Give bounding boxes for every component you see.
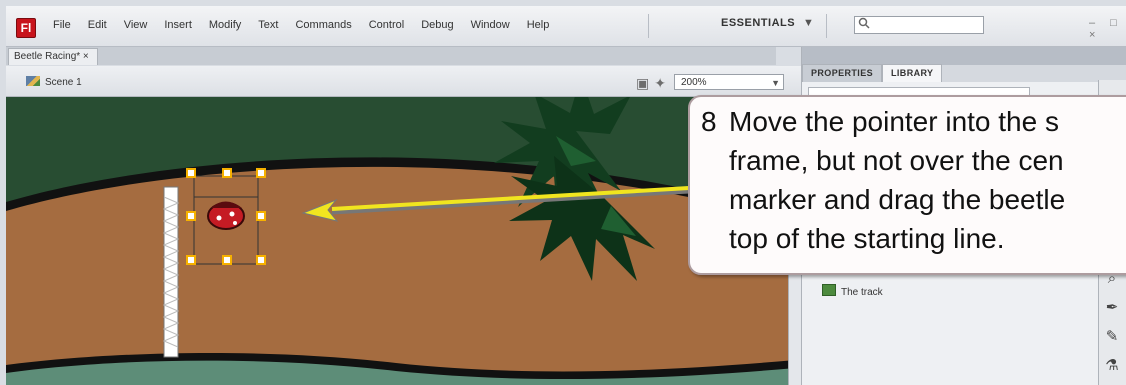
- main-menu: File Edit View Insert Modify Text Comman…: [51, 17, 551, 33]
- menu-separator: [648, 14, 649, 38]
- document-tab[interactable]: Beetle Racing* ×: [8, 48, 98, 65]
- brown-track: [6, 166, 794, 385]
- scene-breadcrumb[interactable]: Scene 1: [26, 76, 82, 88]
- instruction-line-1: 8 Move the pointer into the s: [701, 102, 1126, 141]
- zoom-value: 200%: [681, 77, 707, 88]
- search-icon: [858, 17, 870, 29]
- scene-icon: [26, 76, 40, 86]
- chevron-down-icon[interactable]: ▼: [803, 17, 814, 29]
- window-controls[interactable]: – □ ×: [1089, 17, 1126, 41]
- graphic-symbol-icon: [822, 284, 836, 296]
- symbol-edit-icons[interactable]: ▣✦: [636, 75, 671, 92]
- library-list: The track: [802, 282, 1102, 298]
- pen-tool-icon[interactable]: ✒: [1103, 299, 1121, 317]
- symbol-edit-icon[interactable]: ✦: [654, 75, 671, 91]
- menu-item-edit[interactable]: Edit: [86, 17, 109, 33]
- menu-item-window[interactable]: Window: [469, 17, 512, 33]
- instruction-line-3: marker and drag the beetle: [729, 184, 1066, 215]
- menu-item-modify[interactable]: Modify: [207, 17, 243, 33]
- menu-item-insert[interactable]: Insert: [162, 17, 194, 33]
- step-number: 8: [701, 106, 717, 137]
- instruction-callout: 8 Move the pointer into the s frame, but …: [688, 95, 1126, 275]
- menu-item-file[interactable]: File: [51, 17, 73, 33]
- edit-bar: Scene 1 ▣✦ 200% ▼: [6, 66, 801, 97]
- menu-item-help[interactable]: Help: [525, 17, 552, 33]
- menu-item-view[interactable]: View: [122, 17, 150, 33]
- instruction-line-2: frame, but not over the cen: [729, 145, 1064, 176]
- search-separator: [826, 14, 827, 38]
- instruction-line-4: top of the starting line.: [729, 223, 1005, 254]
- scene-edit-icon[interactable]: ▣: [636, 75, 654, 91]
- paint-bucket-icon[interactable]: ⚗: [1103, 357, 1121, 375]
- flash-window: Fl File Edit View Insert Modify Text Com…: [0, 0, 1126, 385]
- zoom-dropdown[interactable]: 200% ▼: [674, 74, 784, 90]
- menu-item-debug[interactable]: Debug: [419, 17, 455, 33]
- menu-item-control[interactable]: Control: [367, 17, 406, 33]
- document-tab-bar: Beetle Racing* ×: [6, 47, 776, 65]
- menu-bar: Fl File Edit View Insert Modify Text Com…: [6, 6, 1126, 47]
- panel-header: [802, 47, 1126, 65]
- brush-tool-icon[interactable]: ✎: [1103, 328, 1121, 346]
- library-item-label: The track: [841, 287, 883, 298]
- tab-properties[interactable]: PROPERTIES: [802, 64, 883, 82]
- tab-library[interactable]: LIBRARY: [882, 64, 943, 82]
- search-input[interactable]: [854, 16, 984, 34]
- beetle-symbol[interactable]: [207, 201, 245, 230]
- scene-label: Scene 1: [45, 77, 82, 88]
- library-item-the-track[interactable]: The track: [802, 282, 1102, 298]
- race-track-artwork: [6, 97, 794, 385]
- workspace-switcher[interactable]: ESSENTIALS: [721, 17, 795, 29]
- starting-line: [162, 186, 180, 358]
- menu-item-commands[interactable]: Commands: [293, 17, 353, 33]
- stage-canvas[interactable]: [6, 97, 794, 385]
- flash-app-icon[interactable]: Fl: [16, 18, 36, 38]
- instruction-text: 8 Move the pointer into the s frame, but …: [701, 102, 1126, 258]
- chevron-down-icon: ▼: [771, 78, 780, 88]
- menu-item-text[interactable]: Text: [256, 17, 280, 33]
